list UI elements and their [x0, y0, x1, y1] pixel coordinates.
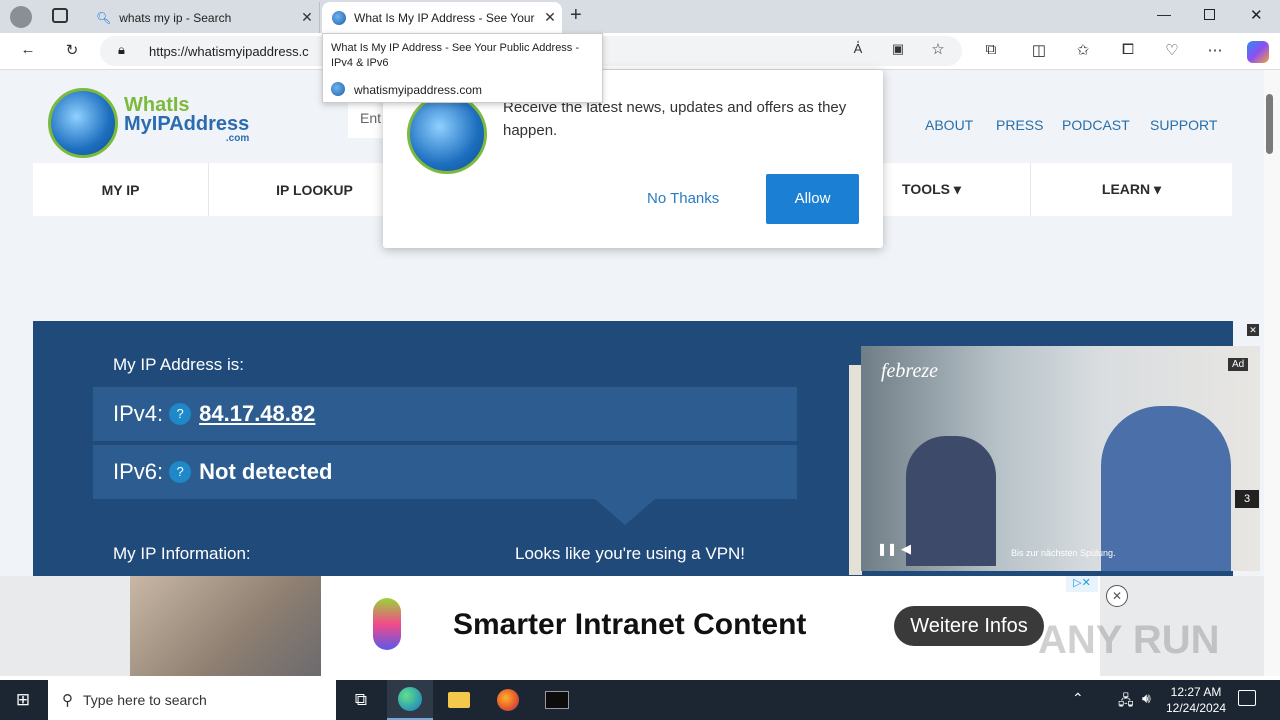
allow-button[interactable]: Allow [766, 174, 859, 224]
pause-icon[interactable]: ❚❚ [877, 542, 897, 556]
skip-counter[interactable]: 3 [1235, 490, 1259, 508]
nav-support[interactable]: SUPPORT [1150, 117, 1217, 133]
ipv4-row: IPv4: ? 84.17.48.82 [93, 387, 797, 441]
tab-tooltip: What Is My IP Address - See Your Public … [322, 33, 603, 103]
search-icon: ⚲ [62, 692, 73, 709]
ad-brand-icon [373, 598, 401, 650]
close-tab-icon[interactable]: ✕ [295, 9, 319, 26]
terminal-icon[interactable] [534, 680, 580, 720]
back-icon[interactable]: ← [16, 41, 40, 58]
taskbar-search[interactable]: ⚲ Type here to search [48, 680, 336, 720]
nav-learn[interactable]: LEARN ▾ [1031, 163, 1232, 216]
globe-icon [332, 10, 346, 25]
logo-text: WhatIs MyIPAddress .com [124, 94, 250, 144]
windows-taskbar: ⊞ ⚲ Type here to search ⧉ ⌃ 🖧︎ 🔊︎ 12:27 … [0, 680, 1280, 720]
task-view-icon[interactable]: ⧉ [338, 680, 384, 720]
page-scrollbar[interactable] [1264, 70, 1280, 676]
ip-heading: My IP Address is: [113, 355, 245, 374]
ad-badge: Ad [1228, 358, 1249, 371]
tooltip-domain: whatismyipaddress.com [354, 83, 483, 97]
tooltip-title: What Is My IP Address - See Your Public … [331, 42, 580, 69]
search-icon: 🔍︎ [96, 10, 112, 25]
tab-whatismyip[interactable]: What Is My IP Address - See Your ✕ [322, 2, 562, 33]
split-screen-icon[interactable]: ◫ [1027, 41, 1051, 59]
file-explorer-icon[interactable] [436, 680, 482, 720]
ad-dismiss-icon[interactable]: ✕ [1106, 585, 1128, 607]
popup-logo [407, 94, 487, 174]
close-tab-icon[interactable]: ✕ [538, 9, 562, 26]
ipv4-value[interactable]: 84.17.48.82 [199, 401, 315, 427]
browser-tab-bar: 🔍︎ whats my ip - Search ✕ What Is My IP … [0, 0, 1280, 33]
extensions-icon[interactable]: ⧉ [979, 41, 1003, 58]
banner-ad[interactable]: Smarter Intranet Content Weitere Infos ▷… [130, 576, 1100, 676]
no-thanks-button[interactable]: No Thanks [647, 190, 719, 207]
ad-cta-button[interactable]: Weitere Infos [894, 606, 1044, 646]
site-logo[interactable] [48, 88, 118, 158]
ipv6-row: IPv6: ? Not detected [93, 445, 797, 499]
performance-icon[interactable]: ♡ [1160, 41, 1184, 59]
adchoices-icon[interactable]: ▷✕ [1066, 576, 1098, 592]
nav-about[interactable]: ABOUT [925, 117, 973, 133]
help-icon[interactable]: ? [169, 461, 192, 483]
firefox-icon[interactable] [485, 680, 531, 720]
network-icon[interactable]: 🖧︎ [1118, 690, 1134, 714]
start-button[interactable]: ⊞ [0, 680, 46, 720]
globe-icon [331, 82, 345, 96]
nav-podcast[interactable]: PODCAST [1062, 117, 1130, 133]
copilot-icon[interactable] [1247, 41, 1269, 63]
more-menu-icon[interactable]: ⋯ [1203, 41, 1227, 59]
read-aloud-icon[interactable]: A᷾ [846, 41, 870, 56]
brand-logo: febreze [881, 360, 939, 382]
video-subtitle: Bis zur nächsten Spülung. [1011, 548, 1116, 558]
favorite-star-icon[interactable]: ☆ [926, 40, 950, 58]
scrollbar-thumb[interactable] [1266, 94, 1273, 154]
speech-pointer [595, 499, 655, 525]
video-ad[interactable]: febreze Ad ❚❚ ◀︎ Bis zur nächsten Spülun… [861, 346, 1260, 571]
new-tab-button[interactable]: + [570, 4, 582, 27]
tab-search[interactable]: 🔍︎ whats my ip - Search ✕ [86, 2, 320, 33]
person-man [1101, 406, 1231, 571]
profile-icon[interactable] [10, 6, 32, 28]
collections-icon[interactable]: ⧠ [1116, 41, 1140, 58]
clock[interactable]: 12:27 AM 12/24/2024 [1164, 684, 1228, 716]
lock-icon: 🔒︎ [118, 42, 125, 57]
nav-press[interactable]: PRESS [996, 117, 1043, 133]
favorites-icon[interactable]: ✩ [1071, 41, 1095, 59]
notifications-icon[interactable] [1238, 690, 1256, 706]
tray-chevron-icon[interactable]: ⌃ [1072, 690, 1084, 707]
help-icon[interactable]: ? [169, 403, 192, 425]
person-child [906, 436, 996, 566]
restore-button[interactable] [1204, 9, 1215, 20]
ipv6-value: Not detected [199, 459, 333, 484]
ad-photo-laptop [130, 576, 321, 676]
vpn-notice: Looks like you're using a VPN! [515, 544, 746, 563]
refresh-icon[interactable]: ↻ [60, 41, 84, 59]
ad-headline: Smarter Intranet Content [453, 608, 807, 641]
info-heading: My IP Information: [113, 544, 251, 563]
workspaces-icon[interactable] [52, 8, 68, 23]
ip-search-input[interactable]: Ent [348, 100, 388, 138]
close-window-button[interactable]: ✕ [1250, 6, 1263, 24]
minimize-button[interactable]: — [1157, 6, 1171, 22]
edge-icon[interactable] [387, 680, 433, 720]
mute-icon[interactable]: ◀︎ [901, 541, 911, 557]
volume-icon[interactable]: 🔊︎ [1142, 690, 1151, 707]
immersive-reader-icon[interactable]: ▣ [886, 41, 910, 57]
nav-my-ip[interactable]: MY IP [33, 163, 209, 216]
anyrun-watermark: ANY RUN [1038, 618, 1220, 662]
ad-close-icon[interactable]: ✕ [1247, 324, 1259, 336]
